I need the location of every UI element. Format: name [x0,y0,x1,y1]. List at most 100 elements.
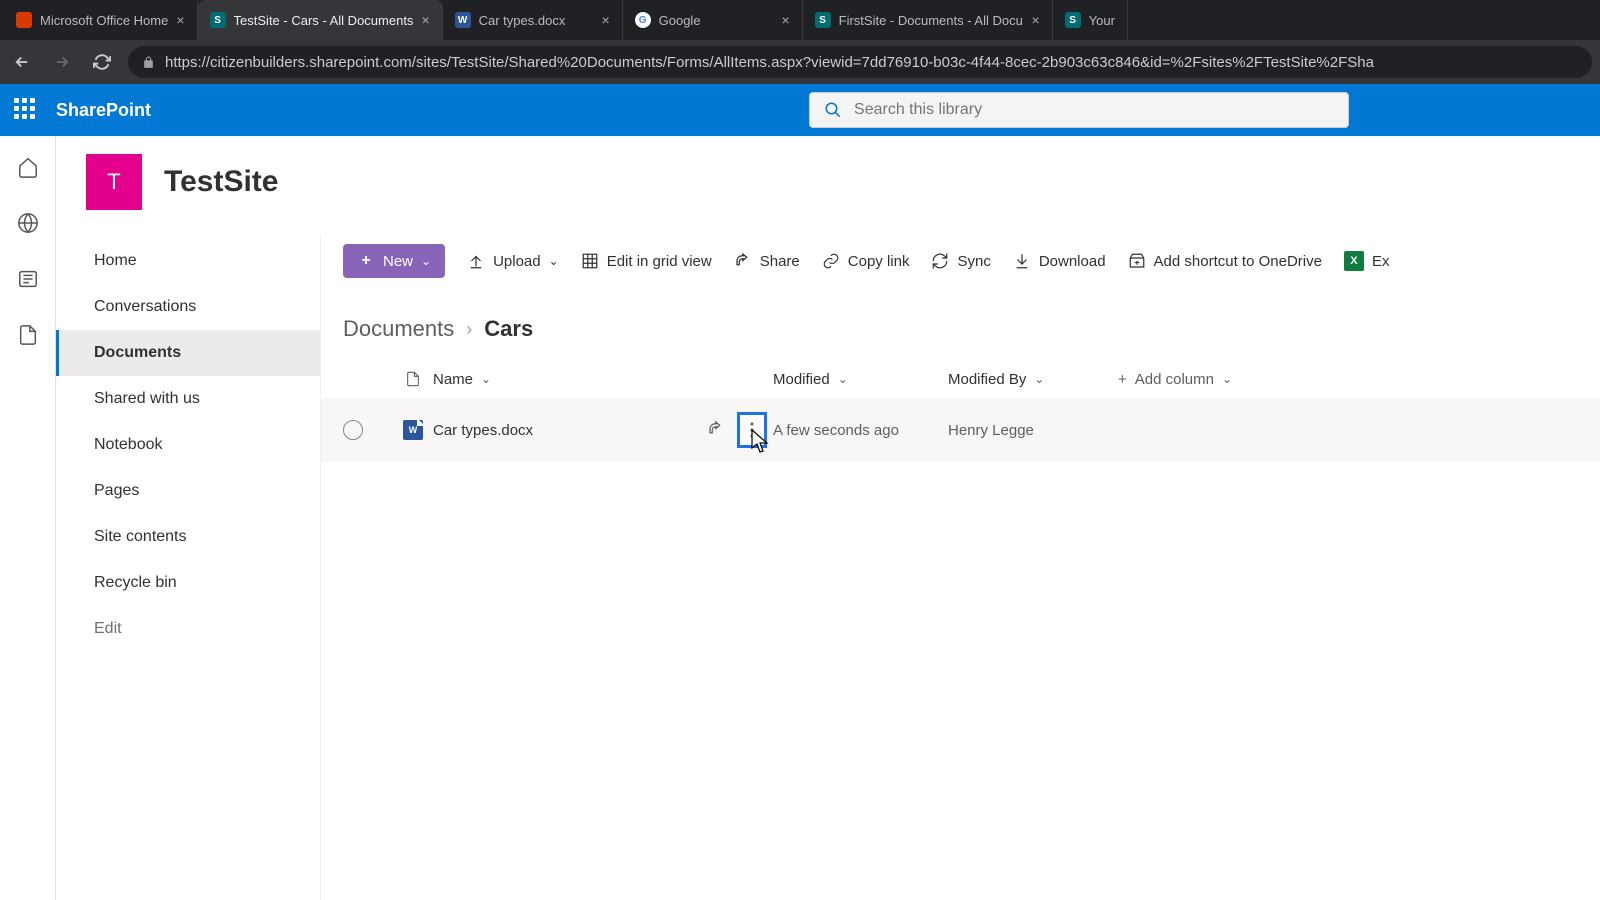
browser-tab[interactable]: S TestSite - Cars - All Documents × [198,0,443,40]
hub-body: Home Conversations Documents Shared with… [56,234,1600,900]
forward-button[interactable] [48,48,76,76]
excel-icon: X [1344,251,1364,271]
download-button[interactable]: Download [1013,252,1106,270]
nav-documents[interactable]: Documents [56,330,320,376]
copy-link-button[interactable]: Copy link [822,252,910,270]
office-favicon-icon [16,12,32,28]
url-text: https://citizenbuilders.sharepoint.com/s… [165,54,1374,71]
address-bar: https://citizenbuilders.sharepoint.com/s… [0,40,1600,84]
shortcut-label: Add shortcut to OneDrive [1154,253,1322,270]
close-icon[interactable]: × [421,12,429,28]
row-modified: A few seconds ago [773,422,948,439]
add-column-button[interactable]: + Add column ⌄ [1118,371,1232,388]
nav-notebook[interactable]: Notebook [56,422,320,468]
left-nav: Home Conversations Documents Shared with… [56,234,321,900]
site-header: T TestSite [56,136,1600,234]
nav-recycle-bin[interactable]: Recycle bin [56,560,320,606]
google-favicon-icon: G [635,12,651,28]
upload-button[interactable]: Upload ⌄ [467,252,559,270]
row-filename[interactable]: Car types.docx [433,422,683,439]
link-icon [822,252,840,270]
chevron-down-icon: ⌄ [838,372,848,386]
breadcrumb-root[interactable]: Documents [343,316,454,342]
edit-grid-button[interactable]: Edit in grid view [581,252,712,270]
breadcrumb-leaf: Cars [484,316,533,342]
site-logo[interactable]: T [86,154,142,210]
sharepoint-favicon-icon: S [815,12,831,28]
browser-tab[interactable]: W Car types.docx × [443,0,623,40]
grid-icon [581,252,599,270]
product-name[interactable]: SharePoint [56,100,151,121]
chevron-down-icon: ⌄ [1222,372,1232,386]
upload-label: Upload [493,253,541,270]
new-label: New [383,253,413,270]
chevron-down-icon: ⌄ [421,254,431,268]
export-label: Ex [1372,253,1390,270]
reload-button[interactable] [88,48,116,76]
export-excel-button[interactable]: X Ex [1344,251,1390,271]
tab-strip: Microsoft Office Home × S TestSite - Car… [0,0,1600,40]
close-icon[interactable]: × [1031,12,1039,28]
plus-icon: + [1118,371,1127,388]
url-field[interactable]: https://citizenbuilders.sharepoint.com/s… [128,46,1592,78]
close-icon[interactable]: × [176,12,184,28]
breadcrumb: Documents › Cars [321,288,1600,360]
search-box[interactable] [809,92,1349,128]
radio-icon[interactable] [343,420,363,440]
nav-shared-with-us[interactable]: Shared with us [56,376,320,422]
row-select[interactable] [343,420,393,440]
list-header: Name ⌄ Modified ⌄ Modified By ⌄ + Add co… [321,360,1600,398]
search-input[interactable] [854,101,1334,119]
column-modified-label: Modified [773,371,830,388]
column-modified-by[interactable]: Modified By ⌄ [948,371,1118,388]
main-column: T TestSite Home Conversations Documents … [56,136,1600,900]
share-icon [734,252,752,270]
nav-conversations[interactable]: Conversations [56,284,320,330]
nav-home[interactable]: Home [56,238,320,284]
nav-edit[interactable]: Edit [56,606,320,652]
browser-tab[interactable]: S FirstSite - Documents - All Docu × [803,0,1053,40]
site-title[interactable]: TestSite [164,165,278,199]
nav-site-contents[interactable]: Site contents [56,514,320,560]
tab-title: Your [1089,13,1115,28]
chevron-down-icon: ⌄ [481,372,491,386]
new-button[interactable]: + New ⌄ [343,244,445,278]
browser-tab[interactable]: G Google × [623,0,803,40]
word-favicon-icon: W [455,12,471,28]
close-icon[interactable]: × [781,12,789,28]
add-shortcut-button[interactable]: Add shortcut to OneDrive [1128,252,1322,270]
table-row[interactable]: W Car types.docx A few seconds ago Henry… [321,398,1600,462]
news-icon[interactable] [17,268,39,290]
row-modified-by[interactable]: Henry Legge [948,422,1118,439]
nav-pages[interactable]: Pages [56,468,320,514]
row-share-icon[interactable] [707,420,727,440]
column-modified[interactable]: Modified ⌄ [773,371,948,388]
document-pane: + New ⌄ Upload ⌄ [321,234,1600,900]
tab-title: FirstSite - Documents - All Docu [839,13,1024,28]
browser-tab[interactable]: S Your [1053,0,1128,40]
close-icon[interactable]: × [601,12,609,28]
share-button[interactable]: Share [734,252,800,270]
chevron-right-icon: › [466,319,472,340]
app-launcher-icon[interactable] [14,98,38,122]
shortcut-icon [1128,252,1146,270]
column-name[interactable]: Name ⌄ [433,371,773,388]
tab-title: Car types.docx [479,13,594,28]
suite-header: SharePoint [0,84,1600,136]
tab-title: Microsoft Office Home [40,13,168,28]
app-rail [0,136,56,900]
sync-button[interactable]: Sync [931,252,990,270]
sharepoint-favicon-icon: S [1065,12,1081,28]
sharepoint-favicon-icon: S [210,12,226,28]
column-modified-by-label: Modified By [948,371,1026,388]
browser-tab[interactable]: Microsoft Office Home × [4,0,198,40]
row-file-icon: W [393,420,433,440]
home-icon[interactable] [17,156,39,178]
back-button[interactable] [8,48,36,76]
files-icon[interactable] [17,324,39,346]
globe-icon[interactable] [17,212,39,234]
download-icon [1013,252,1031,270]
column-type-icon[interactable] [393,370,433,388]
copy-link-label: Copy link [848,253,910,270]
row-more-actions-icon[interactable] [737,412,767,448]
